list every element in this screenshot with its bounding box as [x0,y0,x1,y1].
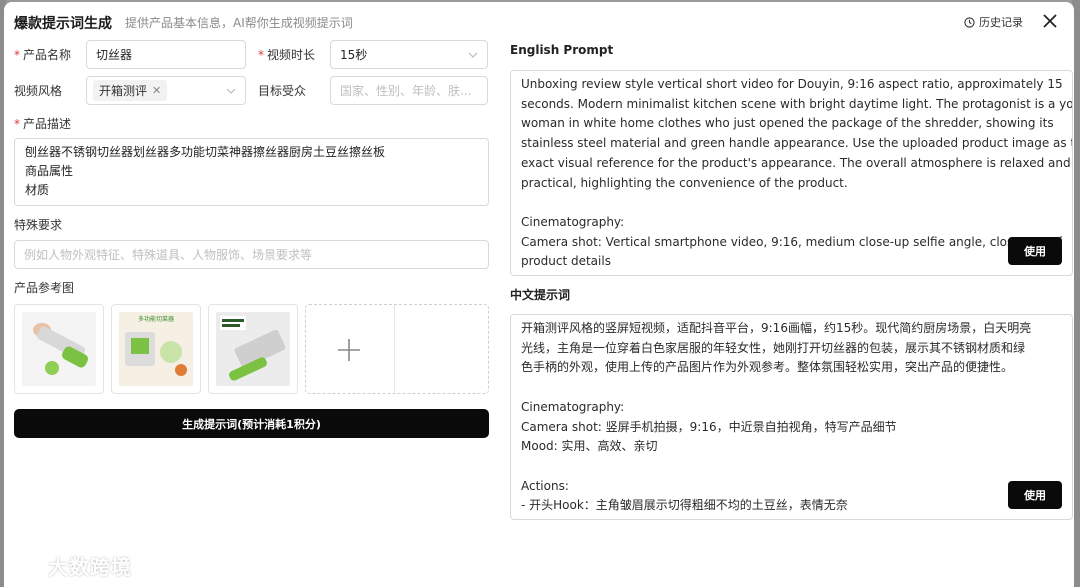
product-photo [216,312,290,386]
english-prompt-title: English Prompt [510,43,614,57]
dialog-title: 爆款提示词生成 [14,16,112,32]
prompt-line: Camera shot: Vertical smartphone video, … [521,234,1062,249]
use-chinese-button[interactable]: 使用 [1008,481,1062,509]
image-upload-area[interactable] [305,304,489,394]
chevron-down-icon [468,52,478,58]
product-name-label: * 产品名称 [14,48,72,62]
product-name-value: 切丝器 [96,48,133,62]
chevron-down-icon [226,88,236,94]
prompt-line: Actions: [521,478,569,493]
clock-icon [964,16,975,28]
target-audience-placeholder: 国家、性别、年龄、肤... [340,84,472,98]
prompt-line: 色手柄的外观，使用上传的产品图片作为外观参考。整体氛围轻松实用，突出产品的便捷性… [521,360,1014,375]
video-duration-value: 15秒 [340,48,368,62]
prompt-line: practical, highlighting the convenience … [521,175,848,190]
product-image-thumb[interactable] [208,304,298,394]
prompt-line: Camera shot: 竖屏手机拍摄，9:16，中近景自拍视角，特写产品细节 [521,419,897,434]
style-tag-label: 开箱测评 [99,84,148,98]
english-prompt-output[interactable]: Unboxing review style vertical short vid… [510,70,1073,276]
desc-line: 材质 [25,183,50,197]
prompt-line: exact visual reference for the product's… [521,155,1071,170]
prompt-line [521,457,1062,477]
product-desc-textarea[interactable]: 刨丝器不锈钢切丝器划丝器多功能切菜神器擦丝器厨房土豆丝擦丝板 商品属性 材质 [14,138,489,206]
prompt-line [521,378,1062,398]
prompt-line: product details [521,254,611,269]
plus-icon[interactable] [336,337,362,363]
product-image-thumb[interactable] [14,304,104,394]
use-english-button[interactable]: 使用 [1008,237,1062,265]
generate-button[interactable]: 生成提示词(预计消耗1积分) [14,409,489,438]
prompt-line [521,193,1062,213]
product-photo: 多功能切菜器 [119,312,193,386]
prompt-line: - 开头Hook：主角皱眉展示切得粗细不均的土豆丝，表情无奈 [521,498,848,513]
product-photo [22,312,96,386]
prompt-line: 光线，主角是一位穿着白色家居服的年轻女性，她刚打开切丝器的包装，展示其不锈钢材质… [521,340,1026,355]
ref-images-label: 产品参考图 [14,281,75,295]
prompt-line: 开箱测评风格的竖屏短视频，适配抖音平台，9:16画幅，约15秒。现代简约厨房场景… [521,321,1032,335]
watermark-logo-icon [10,555,44,575]
watermark-text: 大数跨境 [48,555,132,579]
video-duration-label: * 视频时长 [258,48,316,62]
history-link[interactable]: 历史记录 [964,14,1023,30]
desc-line: 商品属性 [25,164,74,178]
prompt-line: Cinematography: [521,399,625,414]
prompt-line: stainless steel material and green handl… [521,136,1073,151]
product-name-input[interactable]: 切丝器 [86,40,246,69]
prompt-line: woman in white home clothes who just ope… [521,116,1054,131]
style-tag: 开箱测评 ✕ [93,80,168,101]
svg-text:多功能切菜器: 多功能切菜器 [138,315,174,323]
video-style-select[interactable]: 开箱测评 ✕ [86,76,246,105]
prompt-line: Cinematography: [521,214,625,229]
close-icon[interactable] [1042,13,1058,29]
upload-divider [394,305,395,393]
product-desc-label: * 产品描述 [14,117,72,131]
desc-line: 刨丝器不锈钢切丝器划丝器多功能切菜神器擦丝器厨房土豆丝擦丝板 [25,145,386,159]
prompt-line: seconds. Modern minimalist kitchen scene… [521,96,1073,111]
product-image-thumb[interactable]: 多功能切菜器 [111,304,201,394]
tag-remove-icon[interactable]: ✕ [152,84,161,97]
video-duration-select[interactable]: 15秒 [330,40,488,69]
dialog-subtitle: 提供产品基本信息，AI帮你生成视频提示词 [125,16,353,30]
chinese-prompt-output[interactable]: 开箱测评风格的竖屏短视频，适配抖音平台，9:16画幅，约15秒。现代简约厨房场景… [510,314,1073,520]
prompt-line: Mood: 实用、高效、亲切 [521,439,658,454]
prompt-generator-dialog: 爆款提示词生成 提供产品基本信息，AI帮你生成视频提示词 历史记录 * 产品名称 … [4,2,1074,587]
prompt-line: Unboxing review style vertical short vid… [521,77,1063,91]
history-label: 历史记录 [979,16,1023,29]
special-req-placeholder: 例如人物外观特征、特殊道具、人物服饰、场景要求等 [24,248,313,262]
video-style-label: 视频风格 [14,84,63,98]
watermark: 大数跨境 [8,551,132,580]
special-req-label: 特殊要求 [14,218,63,232]
target-audience-input[interactable]: 国家、性别、年龄、肤... [330,76,488,105]
special-req-input[interactable]: 例如人物外观特征、特殊道具、人物服饰、场景要求等 [14,240,489,269]
target-audience-label: 目标受众 [258,84,307,98]
chinese-prompt-title: 中文提示词 [510,288,571,302]
